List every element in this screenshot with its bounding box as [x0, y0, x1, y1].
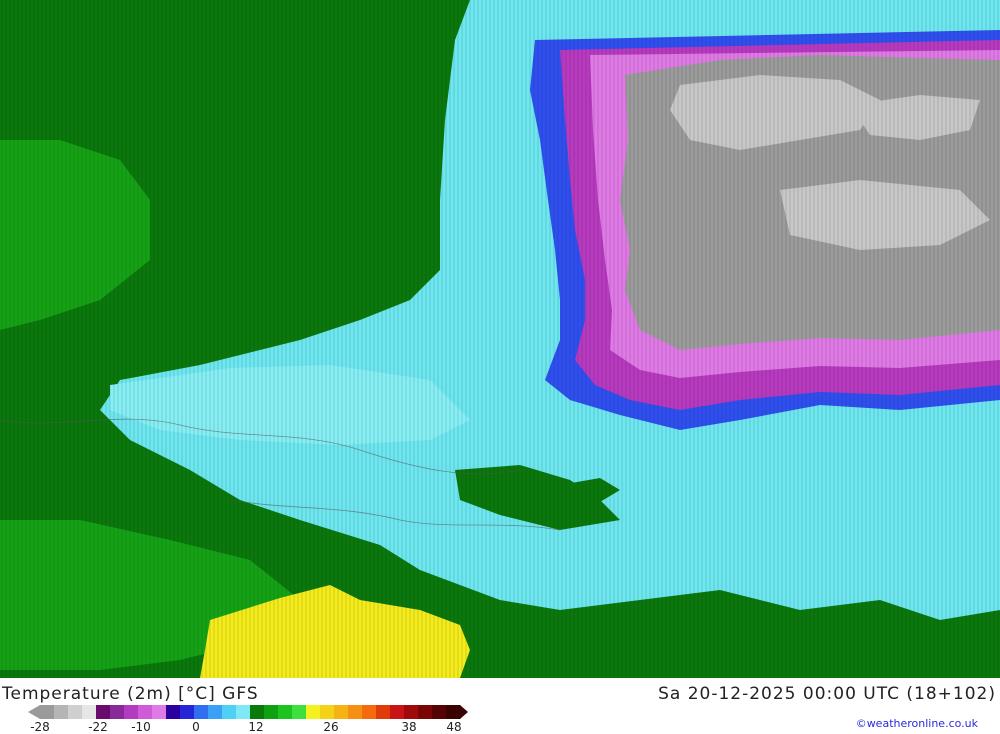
legend-swatch [194, 705, 209, 719]
color-scale-legend [28, 705, 468, 719]
legend-swatch [40, 705, 55, 719]
legend-swatch [222, 705, 237, 719]
legend-tick: 12 [248, 720, 264, 734]
temperature-map [0, 0, 1000, 678]
legend-swatch [264, 705, 279, 719]
legend-swatch [334, 705, 349, 719]
legend-swatch [362, 705, 377, 719]
legend-swatch [236, 705, 251, 719]
legend-tick: -28 [30, 720, 50, 734]
legend-swatch [278, 705, 293, 719]
legend-swatch [348, 705, 363, 719]
map-footer: Temperature (2m) [°C] GFS Sa 20-12-2025 … [0, 678, 1000, 734]
legend-swatch [68, 705, 83, 719]
legend-swatch [54, 705, 69, 719]
legend-tick: 38 [401, 720, 417, 734]
legend-swatch [292, 705, 307, 719]
map-title: Temperature (2m) [°C] GFS [2, 684, 259, 704]
legend-swatch [446, 705, 461, 719]
legend-swatch [138, 705, 153, 719]
legend-arrow-right [460, 705, 468, 719]
legend-tick: 48 [446, 720, 462, 734]
legend-swatch [180, 705, 195, 719]
legend-swatch [390, 705, 405, 719]
legend-tick: -10 [131, 720, 151, 734]
legend-swatch [166, 705, 181, 719]
map-timestamp: Sa 20-12-2025 00:00 UTC (18+102) [658, 684, 996, 704]
legend-swatch [432, 705, 447, 719]
legend-swatch [376, 705, 391, 719]
credit-link[interactable]: ©weatheronline.co.uk [856, 717, 978, 730]
map-canvas [0, 0, 1000, 678]
legend-swatch [96, 705, 111, 719]
legend-swatch [418, 705, 433, 719]
legend-tick: -22 [88, 720, 108, 734]
legend-tick: 26 [323, 720, 339, 734]
legend-tick: 0 [192, 720, 200, 734]
legend-swatch [124, 705, 139, 719]
legend-swatch [208, 705, 223, 719]
legend-swatch [250, 705, 265, 719]
legend-swatch [320, 705, 335, 719]
legend-swatch [110, 705, 125, 719]
map-grid-texture [0, 0, 1000, 678]
legend-swatch [306, 705, 321, 719]
legend-swatch [404, 705, 419, 719]
legend-swatch [152, 705, 167, 719]
legend-arrow-left [28, 705, 40, 719]
legend-swatch [82, 705, 97, 719]
